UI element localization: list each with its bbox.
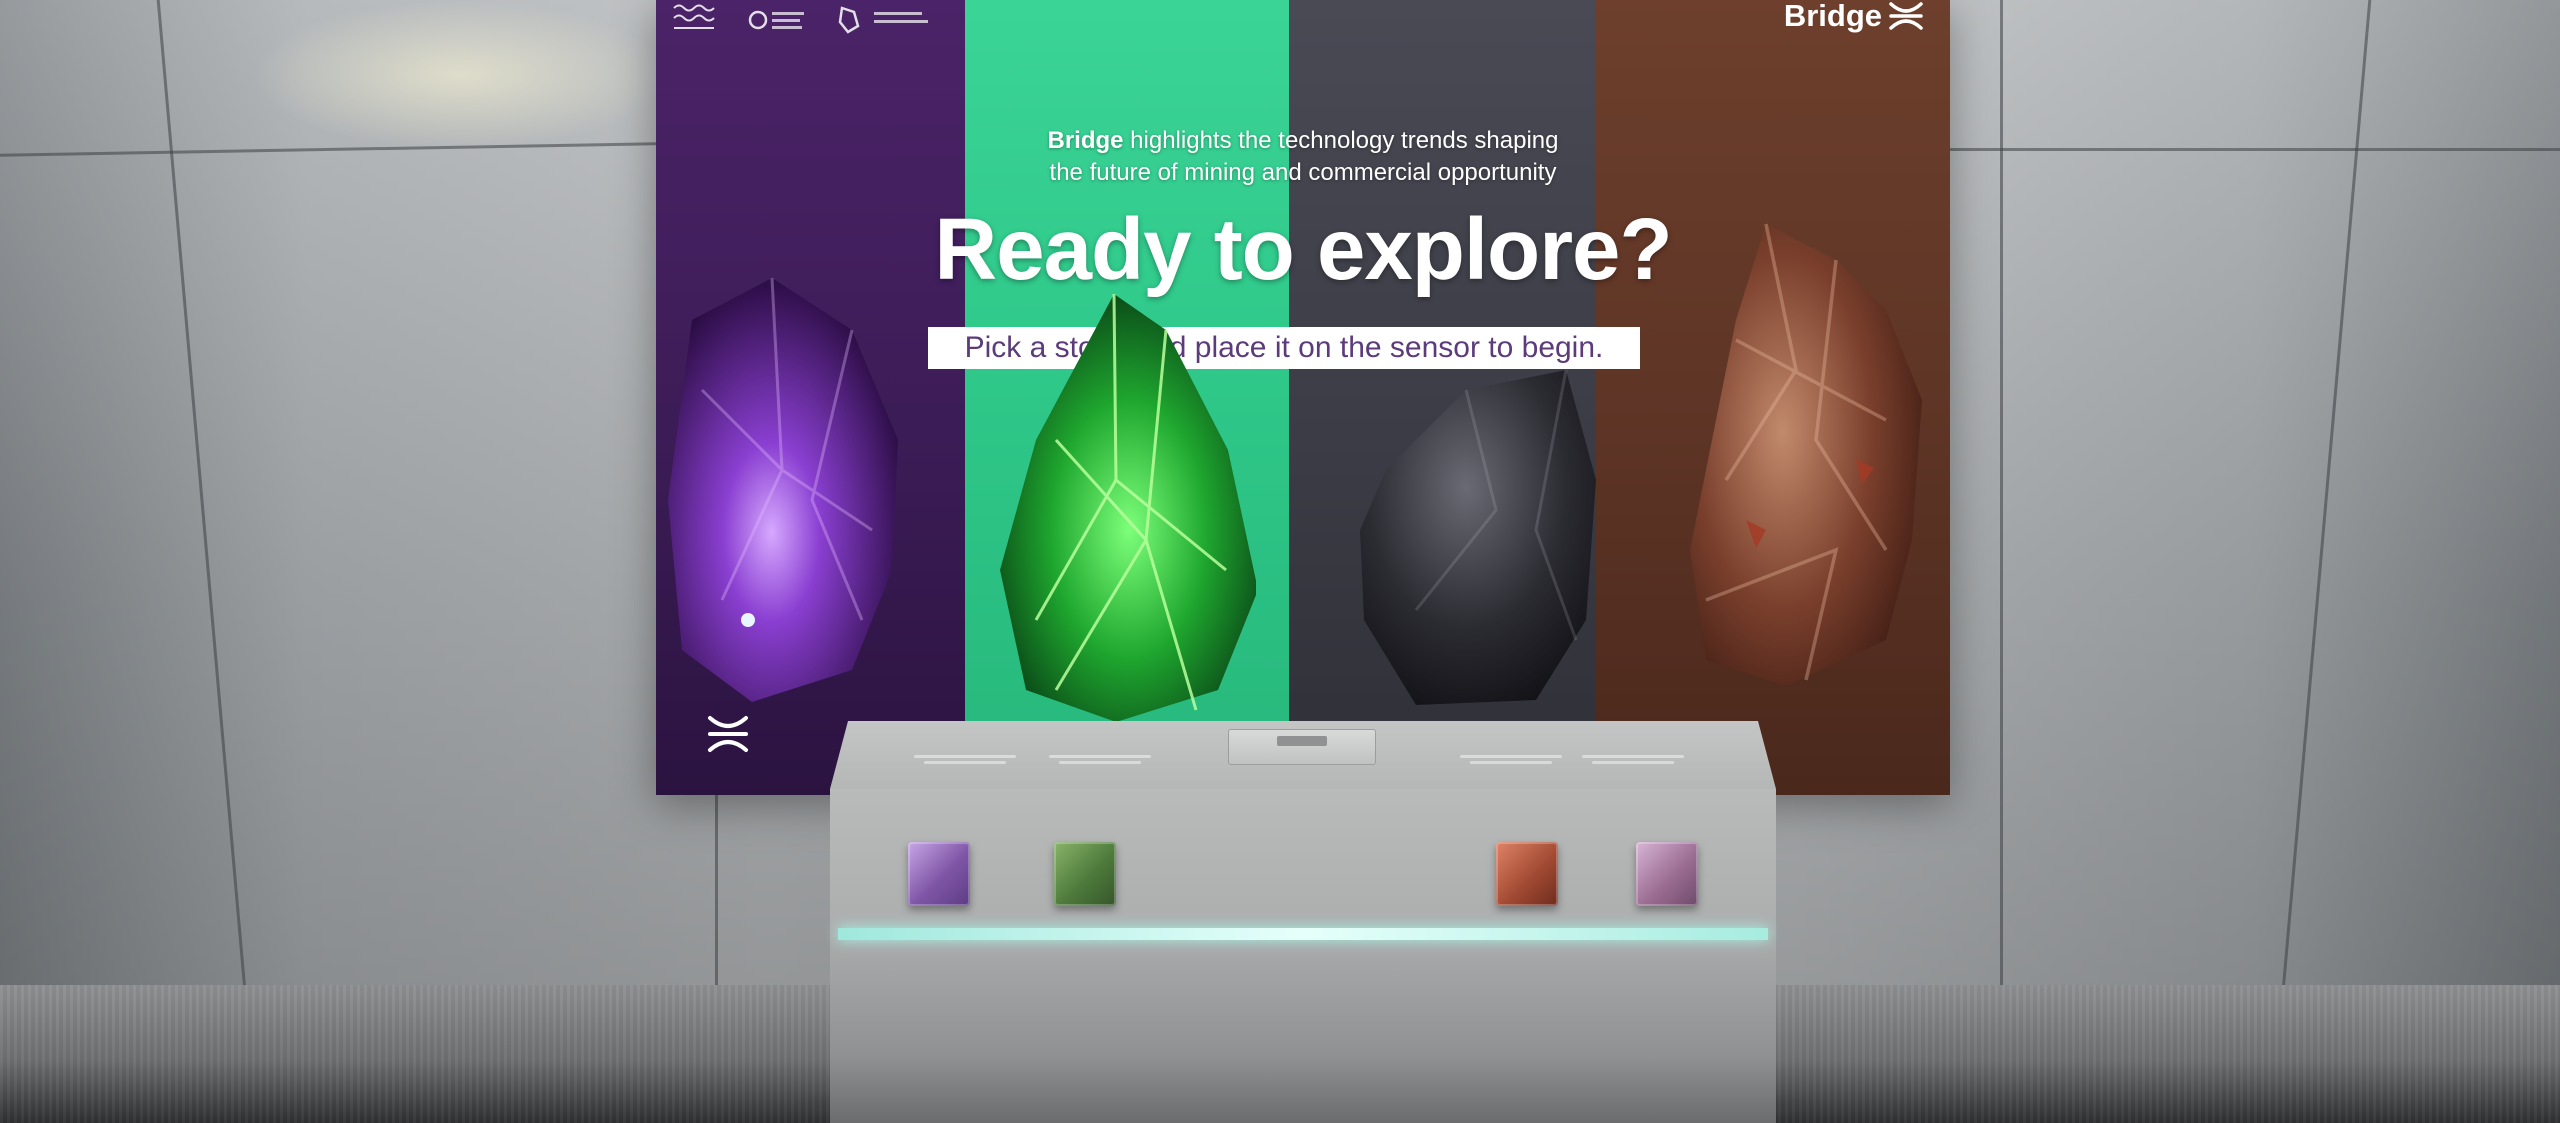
kiosk-label: [1035, 752, 1165, 776]
brown-ore-stone: [1690, 223, 1922, 686]
partner-logos: [656, 0, 976, 48]
amethyst-stone: [668, 277, 898, 702]
sensor-kiosk: [830, 789, 1776, 1123]
government-logo-icon: [673, 4, 715, 29]
kiosk-label: [1446, 752, 1576, 776]
tagline: Bridge highlights the technology trends …: [656, 125, 1950, 189]
green-crystal-stone: [1000, 293, 1256, 722]
wall-seam: [1950, 148, 2560, 151]
bridge-mark-icon: [708, 716, 748, 752]
display-screen: Bridge Bridge highlights the technology …: [656, 0, 1950, 795]
wall-seam: [2000, 0, 2003, 990]
dark-stone: [1360, 369, 1596, 705]
copper-sample-cube[interactable]: [1496, 842, 1558, 906]
quartz-sample-cube[interactable]: [1636, 842, 1698, 906]
kiosk-accent-light: [838, 928, 1768, 940]
brand-name: Bridge: [1783, 0, 1882, 33]
ministry-logo-icon: [748, 10, 804, 30]
stone-sensor[interactable]: [1228, 729, 1376, 765]
partner-logo-icon: [838, 6, 928, 34]
tagline-line-2: the future of mining and commercial oppo…: [1049, 159, 1557, 186]
kiosk-label: [900, 752, 1030, 776]
exhibition-room: Bridge Bridge highlights the technology …: [0, 0, 2560, 1123]
emerald-sample-cube[interactable]: [1054, 842, 1116, 906]
tagline-brand: Bridge: [1047, 127, 1124, 154]
ceiling-light-reflection: [250, 0, 670, 150]
bridge-logo-icon: [1889, 2, 1923, 30]
amethyst-sample-cube[interactable]: [908, 842, 970, 906]
bridge-brand: Bridge: [1783, 0, 1924, 33]
tagline-line-1-rest: highlights the technology trends shaping: [1123, 127, 1559, 154]
wall-seam: [715, 795, 718, 990]
tagline-line-1: Bridge highlights the technology trends …: [656, 125, 1950, 157]
kiosk-label: [1568, 752, 1698, 776]
